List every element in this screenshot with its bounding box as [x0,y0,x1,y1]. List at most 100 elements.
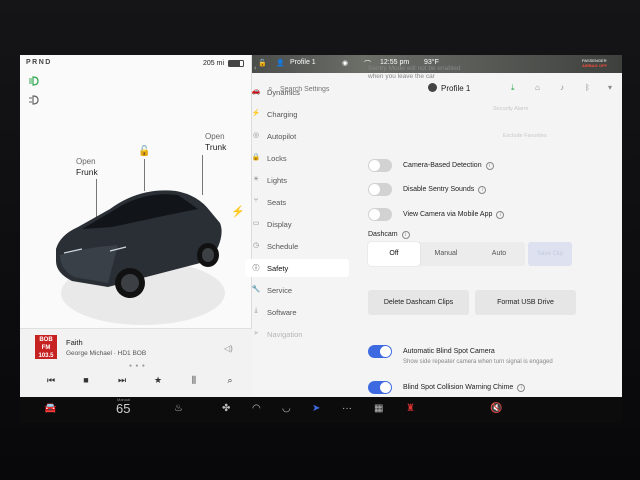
nav-item-navigation[interactable]: ➤ Navigation [245,325,349,343]
fan-icon[interactable]: ✤ [222,403,230,414]
open-frunk-button[interactable]: Open Frunk [76,157,98,177]
blind-spot-camera-toggle[interactable] [368,345,392,358]
seat-heater-icon[interactable]: ♨ [174,403,183,414]
car-status-panel: PRND 205 mi Open Frunk Open Trunk 🔓 ⚡ BO… [20,55,252,397]
toggle-icon: ◐ [253,65,259,72]
info-icon[interactable]: i [485,161,494,170]
blind-spot-chime-toggle[interactable] [368,381,392,394]
open-trunk-button[interactable]: Open Trunk [205,132,226,152]
range-readout: 205 mi [203,60,225,67]
nav-item-seats[interactable]: ⑂ Seats [245,193,349,211]
artist-name: George Michael · HD1 BOB [66,350,147,357]
toybox-app-icon[interactable]: ♜ [406,403,415,414]
dashcam-off-option[interactable]: Off [368,242,420,266]
nav-item-dynamics[interactable]: 🚗 Dynamics [245,83,349,101]
calendar-app-icon[interactable]: ▦ [374,403,383,414]
sentry-sounds-toggle[interactable] [368,183,392,196]
nav-item-software[interactable]: ⤓ Software [245,303,349,321]
nav-item-label: Seats [267,197,287,207]
station-logo: BOB FM 103.5 [35,335,57,359]
next-icon[interactable]: ⏭ [114,375,130,386]
view-camera-toggle[interactable] [368,208,392,221]
nav-item-autopilot[interactable]: ◎ Autopilot [245,127,349,145]
favorite-icon[interactable]: ★ [150,375,166,386]
media-search-icon[interactable]: ⌕ [222,375,238,386]
trunk-label-top: Open [205,132,225,141]
unlock-icon[interactable]: 🔓 [138,146,150,157]
audio-source-icon[interactable]: ◁) [224,344,233,353]
nav-item-display[interactable]: ▭ Display [245,215,349,233]
more-apps-icon[interactable]: ··· [342,403,352,414]
sentry-sounds-row[interactable]: Disable Sentry Sounds i [368,183,598,197]
sentry-sounds-label: Disable Sentry Sounds [403,185,475,193]
save-clip-button[interactable]: Save Clip [528,242,572,266]
nav-item-controls[interactable]: ◐ Controls [245,61,349,79]
clock-icon: ◷ [252,242,260,249]
exclude-favorites-ghost: Exclude Favorites [503,133,547,139]
media-controls: ⏮ ■ ⏭ ★ ⫼ ⌕ [20,369,252,397]
equalizer-icon[interactable]: ⫼ [186,375,202,386]
format-usb-button[interactable]: Format USB Drive [475,290,576,315]
cabin-temperature[interactable]: 65 [116,401,130,416]
display-icon: ▭ [252,220,260,227]
gear-selector: PRND [26,59,52,66]
station-logo-line-3: 103.5 [38,353,54,359]
navigation-app-icon[interactable]: ➤ [312,403,320,414]
nav-item-label: Service [267,285,293,295]
security-alarm-ghost: Security Alarm [493,106,529,112]
frunk-label-top: Open [76,157,96,166]
camera-detection-toggle[interactable] [368,159,392,172]
delete-dashcam-clips-button[interactable]: Delete Dashcam Clips [368,290,469,315]
nav-item-lights[interactable]: ☀ Lights [245,171,349,189]
camera-detection-row[interactable]: Camera-Based Detection i [368,159,598,173]
dashcam-label: Dashcam [368,231,398,238]
bottom-dock: 🚘 Manual 65 ♨ ✤ ◠ ◡ ➤ ··· ▦ ♜ 🔇 [20,397,622,423]
signal-icon[interactable]: ▾ [608,83,612,92]
volume-mute-icon[interactable]: 🔇 [490,403,502,414]
nav-item-label: Charging [267,109,298,119]
car-icon: 🚗 [251,88,261,95]
blind-spot-chime-row[interactable]: Blind Spot Collision Warning Chime i [368,381,598,395]
front-defrost-icon[interactable]: ◠ [252,403,261,414]
dashcam-auto-option[interactable]: Auto [473,242,525,266]
nav-item-label: Software [267,307,297,317]
previous-icon[interactable]: ⏮ [43,375,59,386]
nav-item-label: Autopilot [267,131,297,141]
nav-item-label: Dynamics [267,87,300,97]
lock-icon: 🔒 [251,154,261,161]
nav-item-safety[interactable]: ⓘ Safety [245,259,349,277]
charging-icon: ⚡ [251,110,261,117]
safety-settings: Sentry Mode will not be enabled when you… [368,50,602,394]
headlight-icon[interactable] [28,76,40,86]
nav-item-label: Locks [267,153,287,163]
view-camera-row[interactable]: View Camera via Mobile App i [368,208,598,222]
info-icon[interactable]: i [496,210,505,219]
dashcam-manual-option[interactable]: Manual [420,242,472,266]
nav-item-service[interactable]: 🔧 Service [245,281,349,299]
view-camera-label: View Camera via Mobile App [403,210,493,218]
seat-icon: ⑂ [253,197,259,204]
info-icon[interactable]: i [517,383,526,392]
nav-item-label: Display [267,219,292,229]
nav-item-label: Lights [267,175,288,185]
info-icon[interactable]: i [401,231,410,239]
fog-light-icon[interactable] [28,95,40,105]
car-icon[interactable]: 🚘 [44,403,56,414]
rear-defrost-icon[interactable]: ◡ [282,403,291,414]
info-icon[interactable]: i [478,185,487,194]
nav-item-label: Safety [267,263,289,273]
nav-item-locks[interactable]: 🔒 Locks [245,149,349,167]
blind-spot-camera-row[interactable]: Automatic Blind Spot Camera Show side re… [368,345,598,365]
station-logo-line-2: FM [41,345,51,351]
settings-nav: ◐ Controls 🚗 Dynamics ⚡ Charging ◎ Autopilot 🔒 Lo… [245,61,351,339]
charge-port-icon[interactable]: ⚡ [231,205,245,218]
media-player[interactable]: BOB FM 103.5 Faith George Michael · HD1 … [20,328,252,397]
steering-icon: ◎ [252,132,260,139]
nav-item-label: Controls [267,65,295,75]
blind-spot-camera-description: Show side repeater camera when turn sign… [403,359,553,365]
download-icon: ⤓ [254,307,258,314]
car-image [56,190,225,325]
nav-item-charging[interactable]: ⚡ Charging [245,105,349,123]
stop-icon[interactable]: ■ [78,375,94,385]
nav-item-schedule[interactable]: ◷ Schedule [245,237,349,255]
